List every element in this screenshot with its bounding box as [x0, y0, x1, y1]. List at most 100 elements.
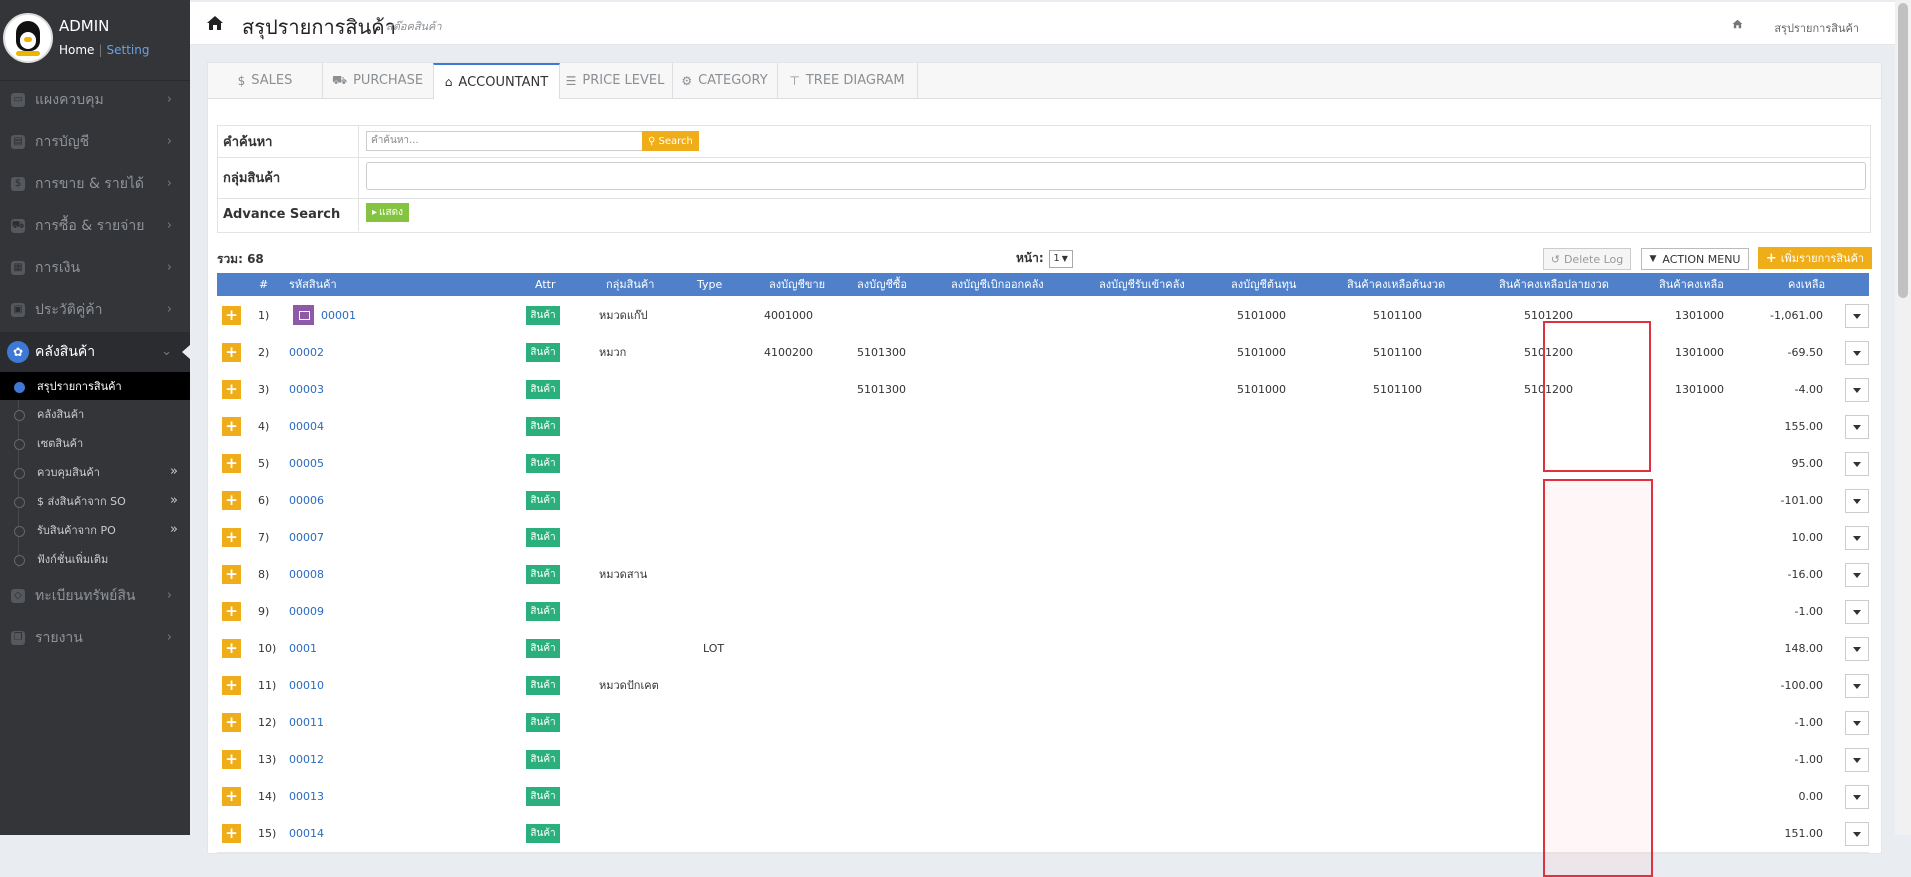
- row-actions-dropdown[interactable]: [1845, 785, 1869, 809]
- expand-row-button[interactable]: +: [222, 824, 241, 843]
- expand-row-button[interactable]: +: [222, 602, 241, 621]
- expand-row-button[interactable]: +: [222, 750, 241, 769]
- tab-label: ACCOUNTANT: [458, 74, 549, 90]
- advance-row: Advance Search ▸ แสดง: [218, 198, 1870, 231]
- chevron-right-icon: ›: [166, 176, 172, 191]
- submenu-item-5[interactable]: รับสินค้าจาก PO »: [0, 516, 190, 544]
- expand-row-button[interactable]: +: [222, 787, 241, 806]
- row-actions-dropdown[interactable]: [1845, 452, 1869, 476]
- expand-row-button[interactable]: +: [222, 491, 241, 510]
- row-actions-dropdown[interactable]: [1845, 489, 1869, 513]
- row-number: 1): [258, 309, 270, 322]
- row-actions-dropdown[interactable]: [1845, 563, 1869, 587]
- home-icon[interactable]: [206, 15, 224, 31]
- book-icon: ▤: [11, 135, 25, 149]
- sidebar-item-3[interactable]: ⛟ การซื้อ & รายจ่าย ›: [0, 206, 190, 246]
- row-actions-dropdown[interactable]: [1845, 637, 1869, 661]
- expand-row-button[interactable]: +: [222, 713, 241, 732]
- sidebar-item-7[interactable]: ◇ ทะเบียนทรัพย์สิน ›: [0, 576, 190, 616]
- expand-row-button[interactable]: +: [222, 417, 241, 436]
- expand-row-button[interactable]: +: [222, 676, 241, 695]
- breadcrumb[interactable]: สรุปรายการสินค้า: [1774, 19, 1859, 37]
- product-code-link[interactable]: 00002: [289, 334, 324, 371]
- row-actions-dropdown[interactable]: [1845, 415, 1869, 439]
- product-code-link[interactable]: 00006: [289, 482, 324, 519]
- setting-link[interactable]: Setting: [106, 43, 149, 57]
- product-code-link[interactable]: 00004: [289, 408, 324, 445]
- product-code-link[interactable]: 00008: [289, 556, 324, 593]
- tab-tree-diagram[interactable]: ⊤ TREE DIAGRAM: [777, 63, 918, 98]
- submenu-item-label: รับสินค้าจาก PO: [37, 524, 116, 537]
- product-image-icon[interactable]: [293, 305, 314, 325]
- delete-log-button[interactable]: ↺ Delete Log: [1543, 248, 1631, 270]
- breadcrumb-home-icon[interactable]: [1732, 19, 1743, 29]
- inventory-account: 1301000: [1675, 346, 1724, 359]
- product-code-link[interactable]: 00012: [289, 741, 324, 778]
- row-actions-dropdown[interactable]: [1845, 748, 1869, 772]
- search-input[interactable]: คำค้นหา...: [366, 131, 652, 151]
- row-actions-dropdown[interactable]: [1845, 822, 1869, 846]
- attr-badge: สินค้า: [526, 306, 560, 325]
- scrollbar-thumb[interactable]: [1898, 3, 1908, 298]
- submenu-item-1[interactable]: คลังสินค้า: [0, 400, 190, 428]
- action-menu-button[interactable]: ▼ ACTION MENU: [1641, 248, 1749, 270]
- submenu-item-0[interactable]: สรุปรายการสินค้า: [0, 372, 190, 400]
- tab-sales[interactable]: $ SALES: [208, 63, 323, 98]
- product-code-link[interactable]: 00005: [289, 445, 324, 482]
- row-actions-dropdown[interactable]: [1845, 711, 1869, 735]
- sidebar-item-4[interactable]: ▦ การเงิน ›: [0, 248, 190, 288]
- row-actions-dropdown[interactable]: [1845, 341, 1869, 365]
- tab-label: SALES: [251, 73, 293, 88]
- submenu-item-6[interactable]: ฟังก์ชั่นเพิ่มเติม: [0, 545, 190, 573]
- product-group: หมวดแก๊ป: [599, 309, 648, 322]
- sidebar-item-6[interactable]: ✿ คลังสินค้า ⌄: [0, 332, 190, 372]
- chevron-right-icon: ›: [166, 260, 172, 275]
- row-number: 8): [258, 568, 270, 581]
- product-code-link[interactable]: 00009: [289, 593, 324, 630]
- row-actions-dropdown[interactable]: [1845, 600, 1869, 624]
- product-code-link[interactable]: 00007: [289, 519, 324, 556]
- cubes-icon: ✿: [7, 341, 29, 363]
- row-actions-dropdown[interactable]: [1845, 304, 1869, 328]
- sidebar-item-1[interactable]: ▤ การบัญชี ›: [0, 122, 190, 162]
- search-button[interactable]: ⚲ Search: [642, 131, 699, 151]
- product-code-link[interactable]: 00010: [289, 667, 324, 704]
- expand-row-button[interactable]: +: [222, 343, 241, 362]
- pager: หน้า: 1 ▼: [1016, 249, 1073, 268]
- expand-row-button[interactable]: +: [222, 454, 241, 473]
- page-select[interactable]: 1 ▼: [1048, 249, 1073, 268]
- page-scrollbar[interactable]: [1895, 0, 1911, 835]
- sidebar-item-2[interactable]: $ การขาย & รายได้ ›: [0, 164, 190, 204]
- product-code-link[interactable]: 00013: [289, 778, 324, 815]
- submenu-item-2[interactable]: เซตสินค้า: [0, 429, 190, 457]
- product-code-link[interactable]: 00003: [289, 371, 324, 408]
- add-item-button[interactable]: + เพิ่มรายการสินค้า: [1758, 247, 1872, 269]
- home-link[interactable]: Home: [59, 43, 94, 57]
- row-actions-dropdown[interactable]: [1845, 378, 1869, 402]
- tab-purchase[interactable]: ⛟ PURCHASE: [322, 63, 434, 98]
- avatar[interactable]: [3, 13, 53, 63]
- row-number: 4): [258, 420, 270, 433]
- tab-accountant[interactable]: ⌂ ACCOUNTANT: [433, 63, 560, 99]
- sidebar-item-8[interactable]: ❐ รายงาน ›: [0, 618, 190, 658]
- sidebar-item-0[interactable]: ▭ แผงควบคุม ›: [0, 80, 190, 120]
- show-advance-button[interactable]: ▸ แสดง: [366, 203, 409, 222]
- sidebar-item-5[interactable]: ▣ ประวัติคู่ค้า ›: [0, 290, 190, 330]
- group-select[interactable]: [366, 162, 1866, 190]
- submenu-item-3[interactable]: ควบคุมสินค้า »: [0, 458, 190, 486]
- expand-row-button[interactable]: +: [222, 306, 241, 325]
- expand-row-button[interactable]: +: [222, 639, 241, 658]
- product-code-link[interactable]: 00011: [289, 704, 324, 741]
- row-actions-dropdown[interactable]: [1845, 526, 1869, 550]
- row-actions-dropdown[interactable]: [1845, 674, 1869, 698]
- expand-row-button[interactable]: +: [222, 528, 241, 547]
- product-code-link[interactable]: 00014: [289, 815, 324, 852]
- tab-category[interactable]: ⚙ CATEGORY: [672, 63, 778, 98]
- tab-price-level[interactable]: ☰ PRICE LEVEL: [558, 63, 673, 98]
- attr-badge: สินค้า: [526, 417, 560, 436]
- product-code-link[interactable]: 0001: [289, 630, 317, 667]
- product-code-link[interactable]: 00001: [321, 297, 356, 334]
- submenu-item-4[interactable]: $ ส่งสินค้าจาก SO »: [0, 487, 190, 515]
- expand-row-button[interactable]: +: [222, 565, 241, 584]
- expand-row-button[interactable]: +: [222, 380, 241, 399]
